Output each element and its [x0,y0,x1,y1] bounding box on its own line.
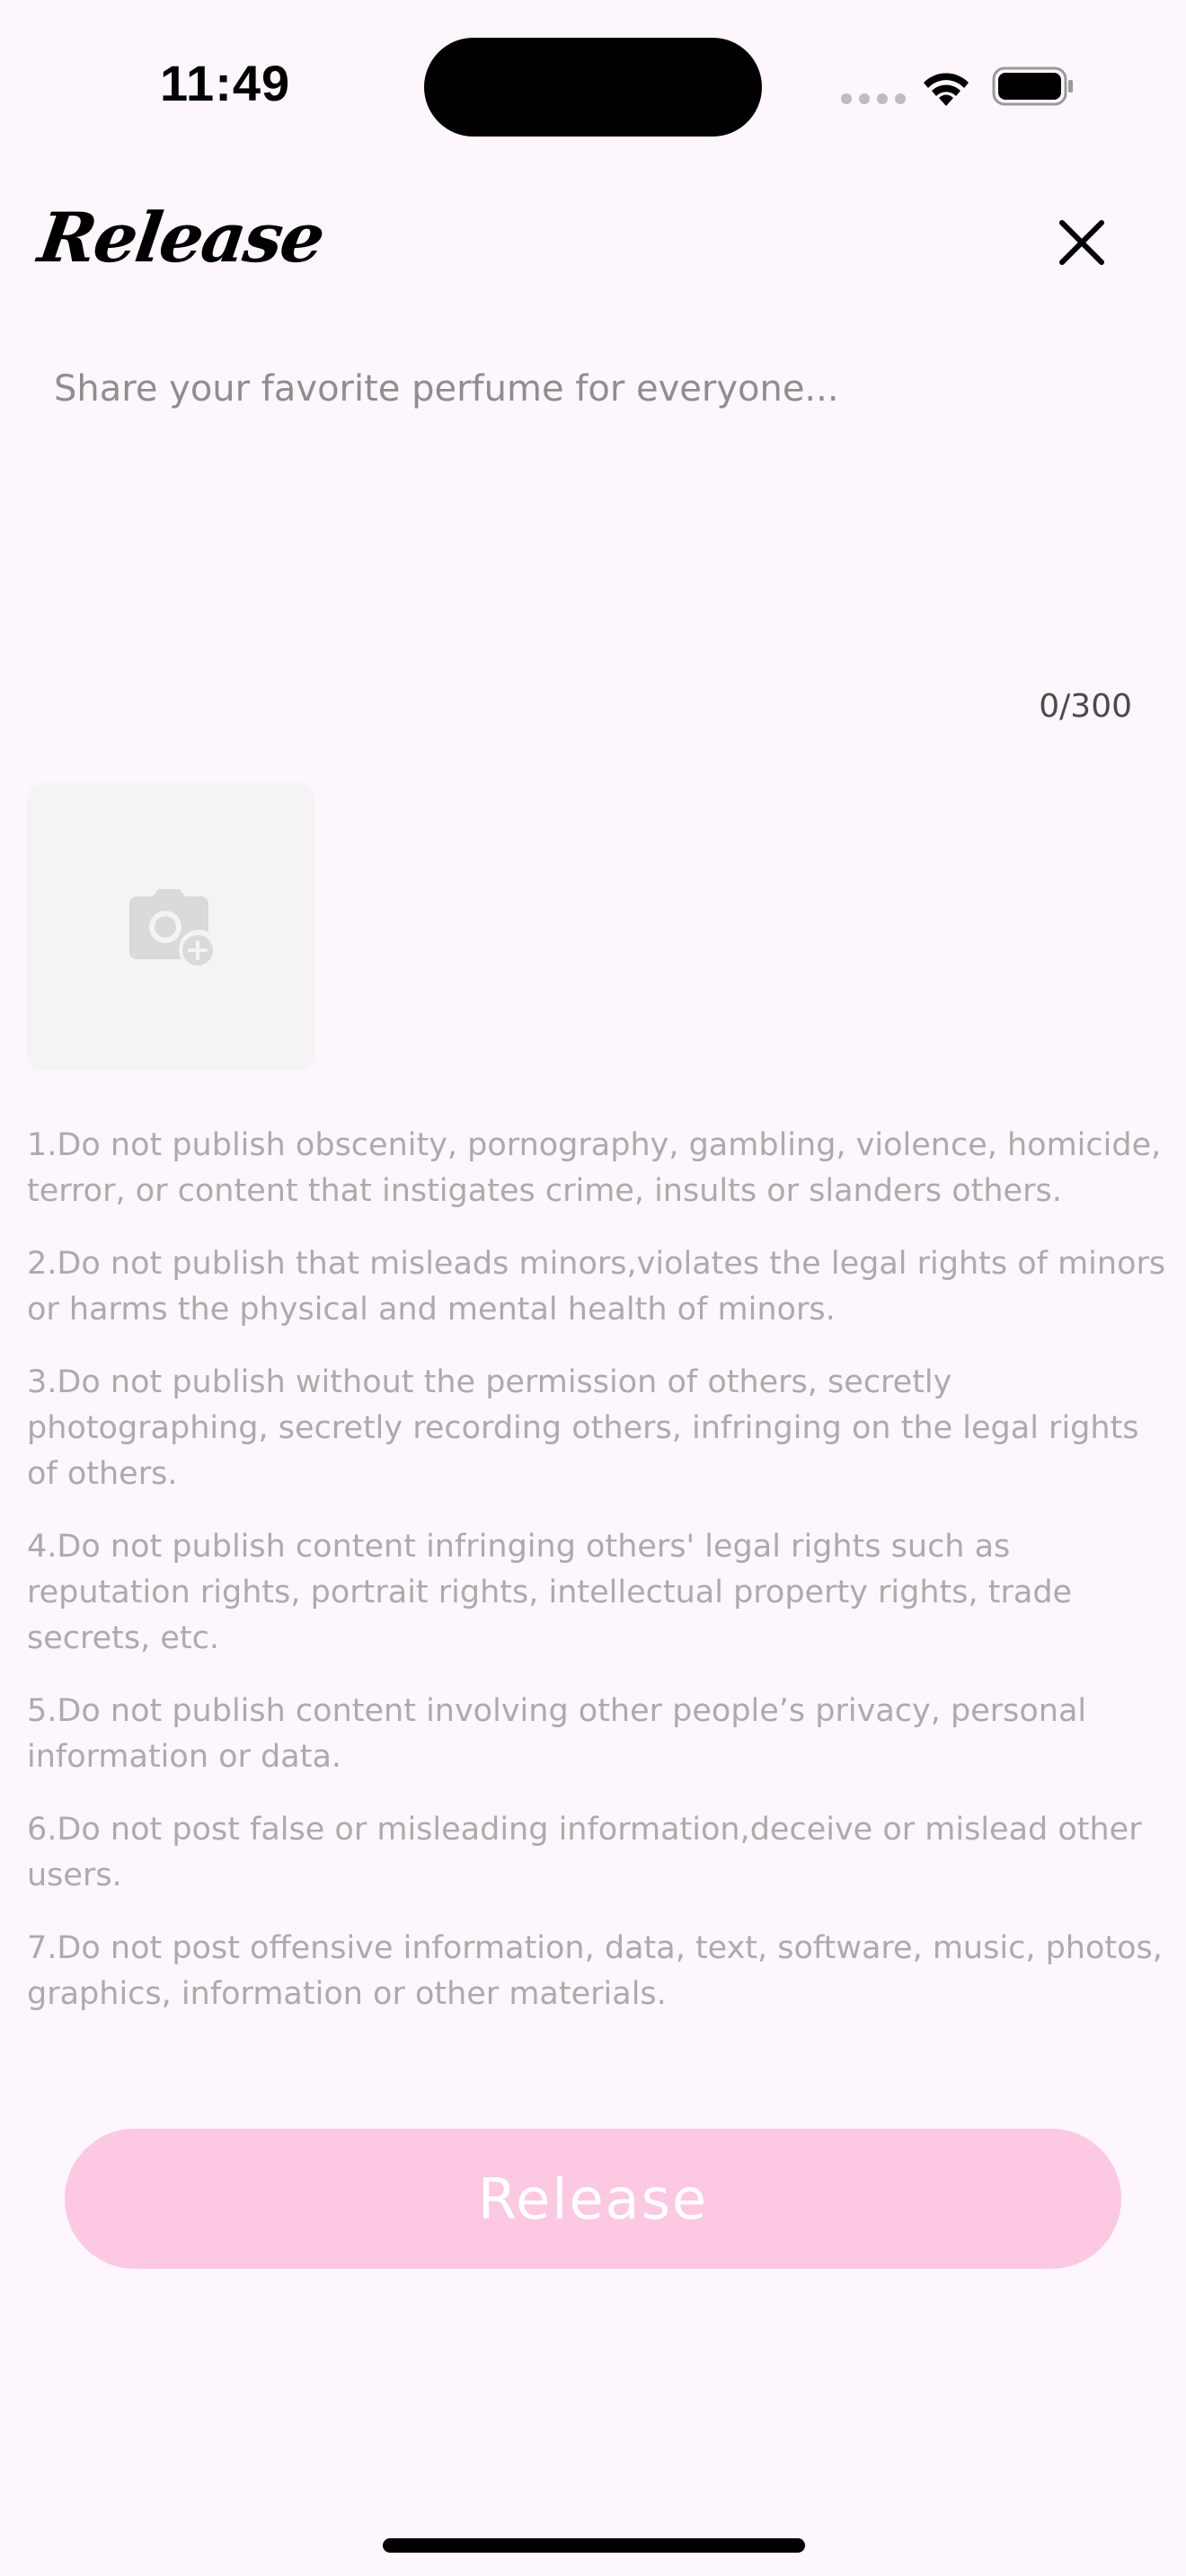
rule-item: 4.Do not publish content infringing othe… [27,1529,1073,1656]
status-time: 11:49 [160,55,291,111]
wifi-icon [924,73,969,106]
post-content-input[interactable] [40,368,1136,665]
rule-item: 7.Do not post offensive information, dat… [27,1930,1163,2012]
battery-icon [992,66,1073,106]
add-photo-button[interactable] [27,783,314,1071]
close-icon[interactable] [1048,208,1116,277]
character-counter: 0/300 [1039,688,1132,725]
release-screen: 11:49 Release 0/300 1.Do not publish obs [0,0,1186,2576]
home-indicator [383,2538,805,2553]
camera-add-icon [129,889,213,966]
dynamic-island [424,38,762,137]
rule-item: 5.Do not publish content involving other… [27,1693,1087,1775]
page-title: Release [33,198,329,278]
rule-item: 3.Do not publish without the permission … [27,1364,1139,1492]
rule-item: 1.Do not publish obscenity, pornography,… [27,1127,1162,1209]
publishing-rules-list: 1.Do not publish obscenity, pornography,… [27,1123,1168,2044]
cellular-signal-icon [841,93,906,104]
rule-item: 6.Do not post false or misleading inform… [27,1812,1142,1893]
release-button[interactable]: Release [65,2129,1121,2269]
rule-item: 2.Do not publish that misleads minors,vi… [27,1246,1166,1328]
